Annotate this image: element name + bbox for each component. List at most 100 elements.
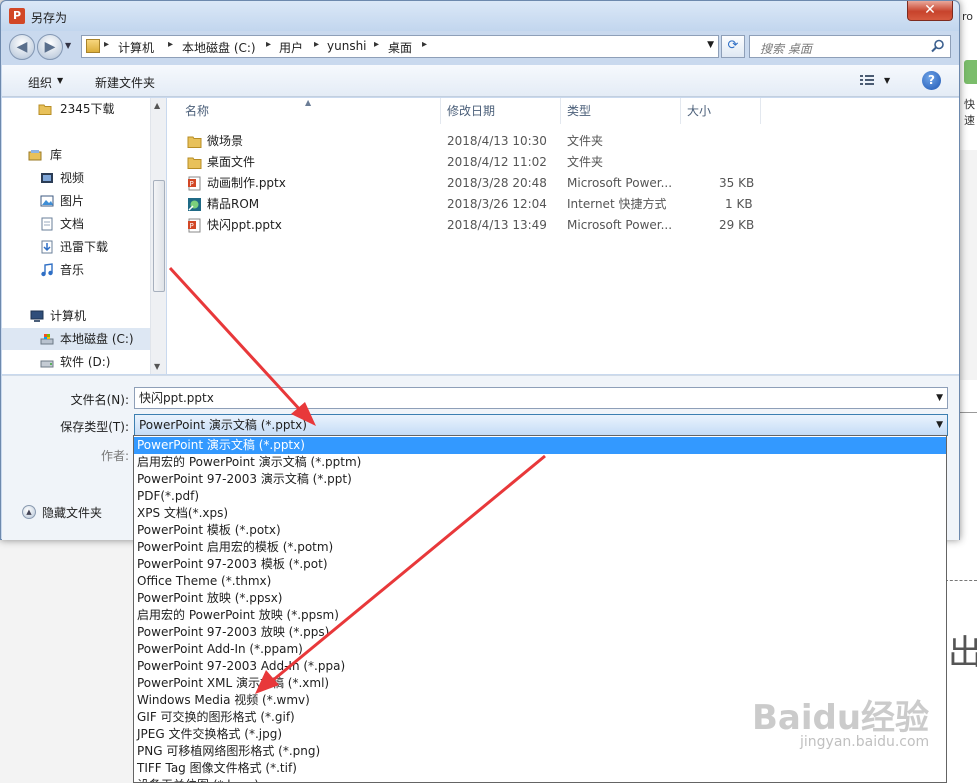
breadcrumb-computer[interactable]: 计算机	[118, 39, 154, 56]
nav-item-2345-download[interactable]: 2345下载	[2, 98, 150, 120]
drive-icon	[40, 360, 54, 368]
scroll-up-icon[interactable]: ▲	[154, 101, 160, 110]
powerpoint-icon: P	[9, 8, 25, 24]
hide-folders-button[interactable]: ▲ 隐藏文件夹	[22, 504, 102, 521]
picture-icon	[40, 195, 54, 207]
music-icon	[41, 263, 53, 277]
savetype-option[interactable]: PowerPoint 97-2003 Add-In (*.ppa)	[134, 658, 946, 675]
video-icon	[41, 173, 53, 183]
savetype-option[interactable]: PowerPoint 放映 (*.ppsx)	[134, 590, 946, 607]
search-icon[interactable]	[931, 39, 945, 53]
nav-item-music[interactable]: 音乐	[2, 259, 150, 281]
nav-item-library[interactable]: 库	[2, 144, 150, 166]
chevron-right-icon[interactable]: ▸	[422, 39, 427, 50]
nav-scrollbar[interactable]: ▲ ▼	[150, 98, 166, 374]
savetype-option[interactable]: XPS 文档(*.xps)	[134, 505, 946, 522]
chevron-down-icon[interactable]: ▼	[936, 415, 943, 435]
nav-item-video[interactable]: 视频	[2, 167, 150, 189]
nav-item-pictures[interactable]: 图片	[2, 190, 150, 212]
scrollbar-thumb[interactable]	[153, 180, 165, 292]
chevron-right-icon[interactable]: ▸	[168, 39, 173, 50]
file-row[interactable]: 微场景 2018/4/13 10:30 文件夹	[167, 131, 767, 152]
file-row[interactable]: P 快闪ppt.pptx 2018/4/13 13:49 Microsoft P…	[167, 215, 767, 236]
savetype-select[interactable]: PowerPoint 演示文稿 (*.pptx) ▼	[134, 414, 948, 436]
nav-item-computer[interactable]: 计算机	[2, 305, 150, 327]
savetype-option[interactable]: PDF(*.pdf)	[134, 488, 946, 505]
chevron-right-icon[interactable]: ▸	[314, 39, 319, 50]
savetype-option[interactable]: PowerPoint 启用宏的模板 (*.potm)	[134, 539, 946, 556]
search-input[interactable]: 搜索 桌面	[749, 35, 951, 58]
history-dropdown-icon[interactable]: ▼	[65, 41, 71, 50]
column-header-type[interactable]: 类型	[561, 98, 681, 124]
savetype-option[interactable]: PowerPoint 97-2003 模板 (*.pot)	[134, 556, 946, 573]
file-row[interactable]: 桌面文件 2018/4/12 11:02 文件夹	[167, 152, 767, 173]
savetype-option[interactable]: PowerPoint 97-2003 演示文稿 (*.ppt)	[134, 471, 946, 488]
chevron-up-icon: ▲	[22, 505, 36, 519]
file-row[interactable]: P 动画制作.pptx 2018/3/28 20:48 Microsoft Po…	[167, 173, 767, 194]
refresh-button[interactable]: ⟳	[721, 35, 745, 58]
help-button[interactable]: ?	[922, 71, 941, 90]
filename-input[interactable]: 快闪ppt.pptx ▼	[134, 387, 948, 409]
nav-item-xunlei-download[interactable]: 迅雷下载	[2, 236, 150, 258]
chevron-right-icon[interactable]: ▸	[266, 39, 271, 50]
download-icon	[41, 240, 53, 254]
svg-text:P: P	[190, 180, 194, 188]
filename-value: 快闪ppt.pptx	[139, 391, 214, 405]
new-folder-button[interactable]: 新建文件夹	[95, 74, 155, 91]
author-label: 作者:	[100, 449, 129, 463]
ribbon-edge-text-2: 快速	[964, 98, 975, 127]
breadcrumb-users[interactable]: 用户	[279, 39, 303, 56]
address-dropdown-icon[interactable]: ▼	[707, 40, 714, 50]
savetype-option[interactable]: PowerPoint 97-2003 放映 (*.pps)	[134, 624, 946, 641]
close-button[interactable]: ✕	[907, 1, 953, 21]
column-header-size[interactable]: 大小	[681, 98, 761, 124]
library-icon	[28, 150, 42, 161]
folder-icon	[86, 39, 100, 53]
breadcrumb-desktop[interactable]: 桌面	[388, 39, 412, 56]
computer-icon	[30, 310, 44, 322]
shortcut-icon	[188, 198, 201, 211]
slide-glyph: 出	[948, 633, 977, 673]
file-list: ▲ 名称 修改日期 类型 大小 微场景 2018/4/13 10:30 文件夹 …	[167, 98, 959, 374]
savetype-option[interactable]: PowerPoint 演示文稿 (*.pptx)	[134, 437, 946, 454]
slide-line	[960, 412, 977, 413]
breadcrumb-local-disk[interactable]: 本地磁盘 (C:)	[182, 39, 256, 56]
file-row[interactable]: 精品ROM 2018/3/26 12:04 Internet 快捷方式 1 KB	[167, 194, 767, 215]
navigation-pane: 2345下载 库 视频 图片 文档 迅雷下载 音乐 计算机 本地磁盘 (C:) …	[2, 98, 166, 374]
baidu-watermark-logo: Baidu经验	[752, 698, 930, 738]
column-header-date[interactable]: 修改日期	[441, 98, 561, 124]
search-placeholder: 搜索 桌面	[760, 42, 812, 56]
view-options-icon[interactable]	[860, 74, 874, 86]
dialog-title: 另存为	[31, 11, 68, 25]
baidu-watermark-url: jingyan.baidu.com	[800, 734, 930, 750]
organize-button[interactable]: 组织	[28, 74, 52, 91]
hide-folders-label: 隐藏文件夹	[42, 506, 103, 520]
savetype-option[interactable]: Office Theme (*.thmx)	[134, 573, 946, 590]
column-header-name[interactable]: 名称	[179, 98, 441, 124]
savetype-option[interactable]: 启用宏的 PowerPoint 演示文稿 (*.pptm)	[134, 454, 946, 471]
folder-icon	[187, 136, 202, 148]
back-button[interactable]: ◀	[9, 34, 35, 60]
nav-item-local-disk-c[interactable]: 本地磁盘 (C:)	[2, 328, 150, 350]
chevron-down-icon[interactable]: ▼	[884, 76, 890, 85]
savetype-option[interactable]: TIFF Tag 图像文件格式 (*.tif)	[134, 760, 946, 777]
scroll-down-icon[interactable]: ▼	[154, 362, 160, 371]
folder-icon	[38, 104, 52, 115]
chevron-down-icon[interactable]: ▼	[936, 388, 943, 408]
chevron-right-icon[interactable]: ▸	[104, 39, 109, 50]
forward-button[interactable]: ▶	[37, 34, 63, 60]
drive-icon	[40, 334, 54, 345]
ribbon-button-icon	[964, 60, 977, 84]
breadcrumb-yunshi[interactable]: yunshi	[327, 39, 367, 53]
chevron-down-icon[interactable]: ▼	[57, 76, 63, 85]
savetype-option[interactable]: 设备无关位图 (*.bmp)	[134, 777, 946, 782]
filename-label: 文件名(N):	[70, 393, 129, 407]
savetype-option[interactable]: PowerPoint Add-In (*.ppam)	[134, 641, 946, 658]
nav-item-software-d[interactable]: 软件 (D:)	[2, 351, 150, 373]
savetype-label: 保存类型(T):	[60, 420, 129, 434]
savetype-option[interactable]: 启用宏的 PowerPoint 放映 (*.ppsm)	[134, 607, 946, 624]
address-bar[interactable]: ▸ 计算机 ▸ 本地磁盘 (C:) ▸ 用户 ▸ yunshi ▸ 桌面 ▸ ▼	[81, 35, 719, 58]
nav-item-documents[interactable]: 文档	[2, 213, 150, 235]
chevron-right-icon[interactable]: ▸	[374, 39, 379, 50]
savetype-option[interactable]: PowerPoint 模板 (*.potx)	[134, 522, 946, 539]
